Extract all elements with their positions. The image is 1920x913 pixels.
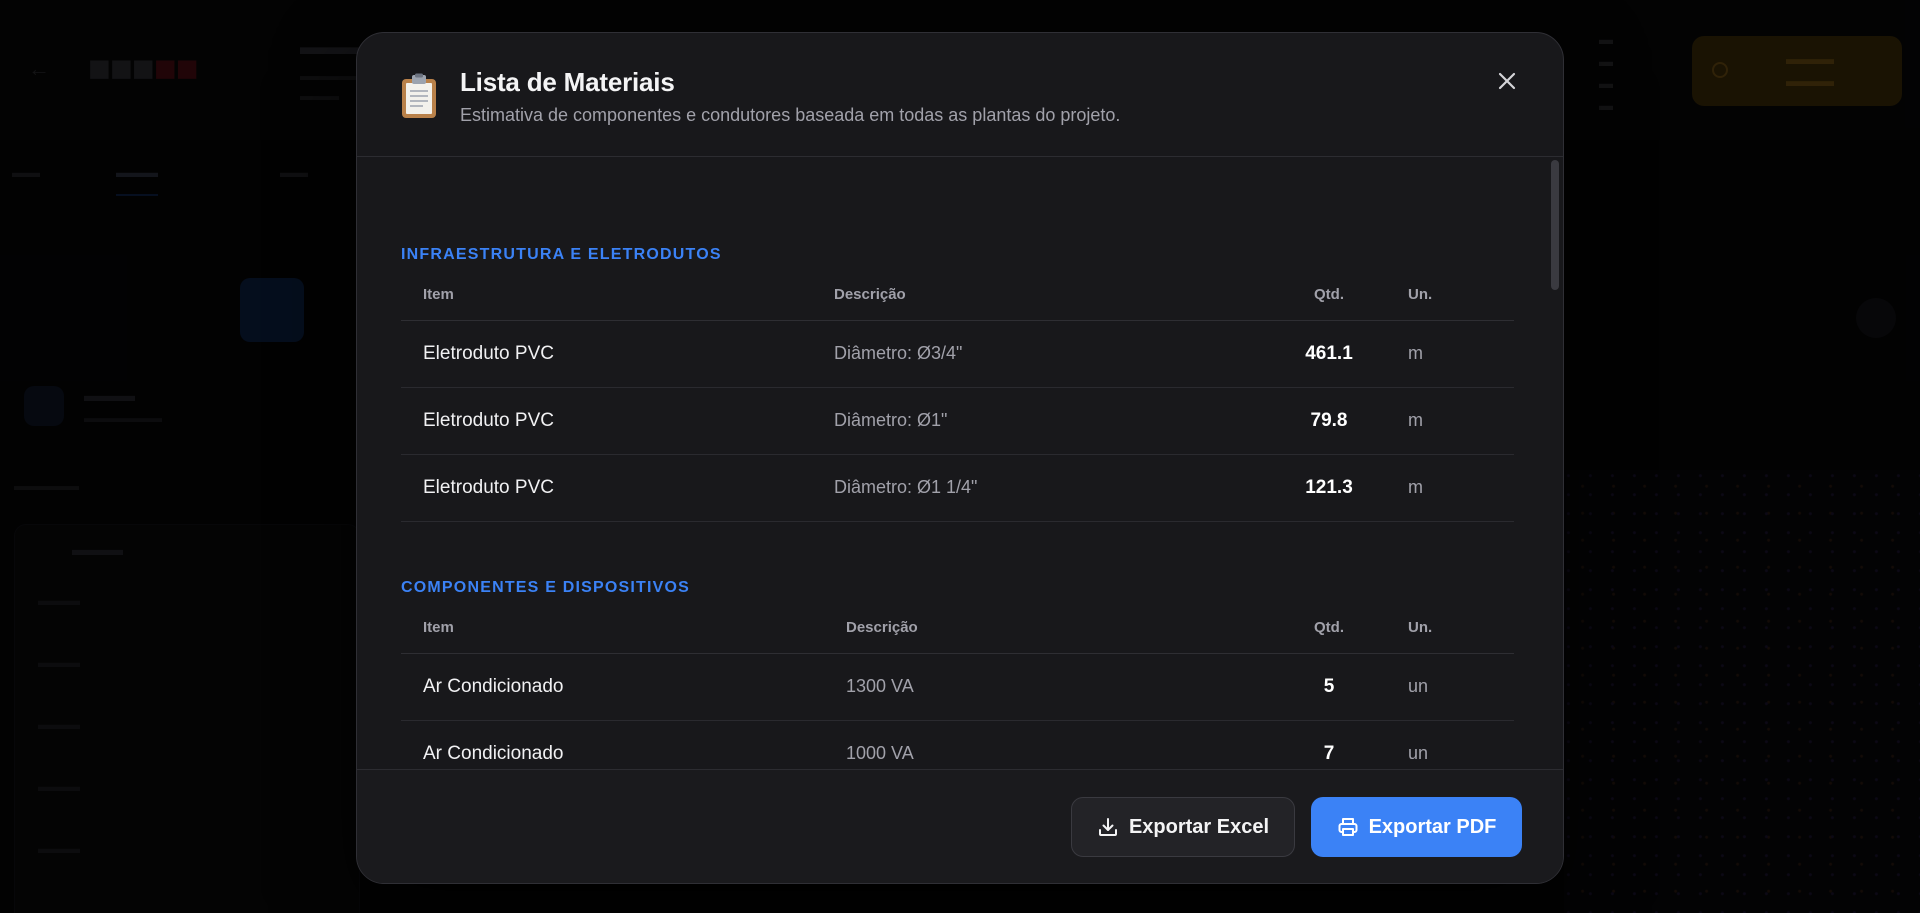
cell-unit: un xyxy=(1408,676,1429,696)
table-row: Eletroduto PVC Diâmetro: Ø3/4" 461.1 m xyxy=(401,320,1514,387)
section-title: INFRAESTRUTURA E ELETRODUTOS xyxy=(401,246,722,263)
printer-icon xyxy=(1337,816,1359,838)
close-button[interactable] xyxy=(1487,63,1527,103)
cell-item: Ar Condicionado xyxy=(423,675,564,697)
cell-item: Ar Condicionado xyxy=(423,742,564,764)
column-header-unit: Un. xyxy=(1384,603,1514,654)
cell-description: Diâmetro: Ø3/4" xyxy=(834,343,963,363)
cell-item: Eletroduto PVC xyxy=(423,409,554,431)
export-excel-label: Exportar Excel xyxy=(1128,815,1270,838)
column-header-unit: Un. xyxy=(1384,270,1514,321)
export-pdf-label: Exportar PDF xyxy=(1368,815,1497,838)
close-icon xyxy=(1498,72,1516,95)
table-row: Ar Condicionado 1000 VA 7 un xyxy=(401,720,1514,770)
modal-footer: Exportar Excel Exportar PDF xyxy=(357,769,1563,883)
cell-item: Eletroduto PVC xyxy=(423,342,554,364)
cell-unit: m xyxy=(1408,343,1423,363)
modal-header: Lista de Materiais Estimativa de compone… xyxy=(357,33,1563,157)
section-components: COMPONENTES E DISPOSITIVOS Item Descriçã… xyxy=(401,579,1514,770)
clipboard-icon xyxy=(401,73,437,119)
export-excel-button[interactable]: Exportar Excel xyxy=(1071,797,1295,857)
cell-unit: un xyxy=(1408,743,1429,763)
materials-table: Item Descrição Qtd. Un. Ar Condicionado … xyxy=(401,603,1514,770)
table-row: Ar Condicionado 1300 VA 5 un xyxy=(401,653,1514,720)
cell-unit: m xyxy=(1408,410,1423,430)
column-header-qty: Qtd. xyxy=(1274,603,1384,654)
table-row: Eletroduto PVC Diâmetro: Ø1 1/4" 121.3 m xyxy=(401,454,1514,521)
modal-body[interactable]: INFRAESTRUTURA E ELETRODUTOS Item Descri… xyxy=(357,158,1563,770)
cell-description: Diâmetro: Ø1 1/4" xyxy=(834,477,978,497)
cell-qty: 5 xyxy=(1323,675,1335,697)
scrollbar-thumb[interactable] xyxy=(1551,160,1559,290)
materials-table: Item Descrição Qtd. Un. Eletroduto PVC D… xyxy=(401,270,1514,522)
table-header-row: Item Descrição Qtd. Un. xyxy=(401,603,1514,654)
cell-qty: 79.8 xyxy=(1310,409,1348,431)
column-header-description: Descrição xyxy=(834,270,1274,321)
cell-qty: 7 xyxy=(1323,742,1335,764)
column-header-item: Item xyxy=(401,270,834,321)
modal-subtitle: Estimativa de componentes e condutores b… xyxy=(460,105,1121,125)
cell-qty: 121.3 xyxy=(1305,476,1353,498)
table-row: Eletroduto PVC Diâmetro: Ø1" 79.8 m xyxy=(401,387,1514,454)
modal-title: Lista de Materiais xyxy=(460,67,675,97)
cell-description: 1000 VA xyxy=(846,743,914,763)
download-icon xyxy=(1097,816,1119,838)
column-header-item: Item xyxy=(401,603,846,654)
column-header-description: Descrição xyxy=(846,603,1274,654)
column-header-qty: Qtd. xyxy=(1274,270,1384,321)
cell-qty: 461.1 xyxy=(1305,342,1353,364)
cell-item: Eletroduto PVC xyxy=(423,476,554,498)
cell-description: Diâmetro: Ø1" xyxy=(834,410,948,430)
table-header-row: Item Descrição Qtd. Un. xyxy=(401,270,1514,321)
materials-list-modal: Lista de Materiais Estimativa de compone… xyxy=(356,32,1564,884)
section-title: COMPONENTES E DISPOSITIVOS xyxy=(401,579,691,596)
export-pdf-button[interactable]: Exportar PDF xyxy=(1311,797,1522,857)
section-infrastructure: INFRAESTRUTURA E ELETRODUTOS Item Descri… xyxy=(401,246,1514,522)
cell-description: 1300 VA xyxy=(846,676,914,696)
cell-unit: m xyxy=(1408,477,1423,497)
